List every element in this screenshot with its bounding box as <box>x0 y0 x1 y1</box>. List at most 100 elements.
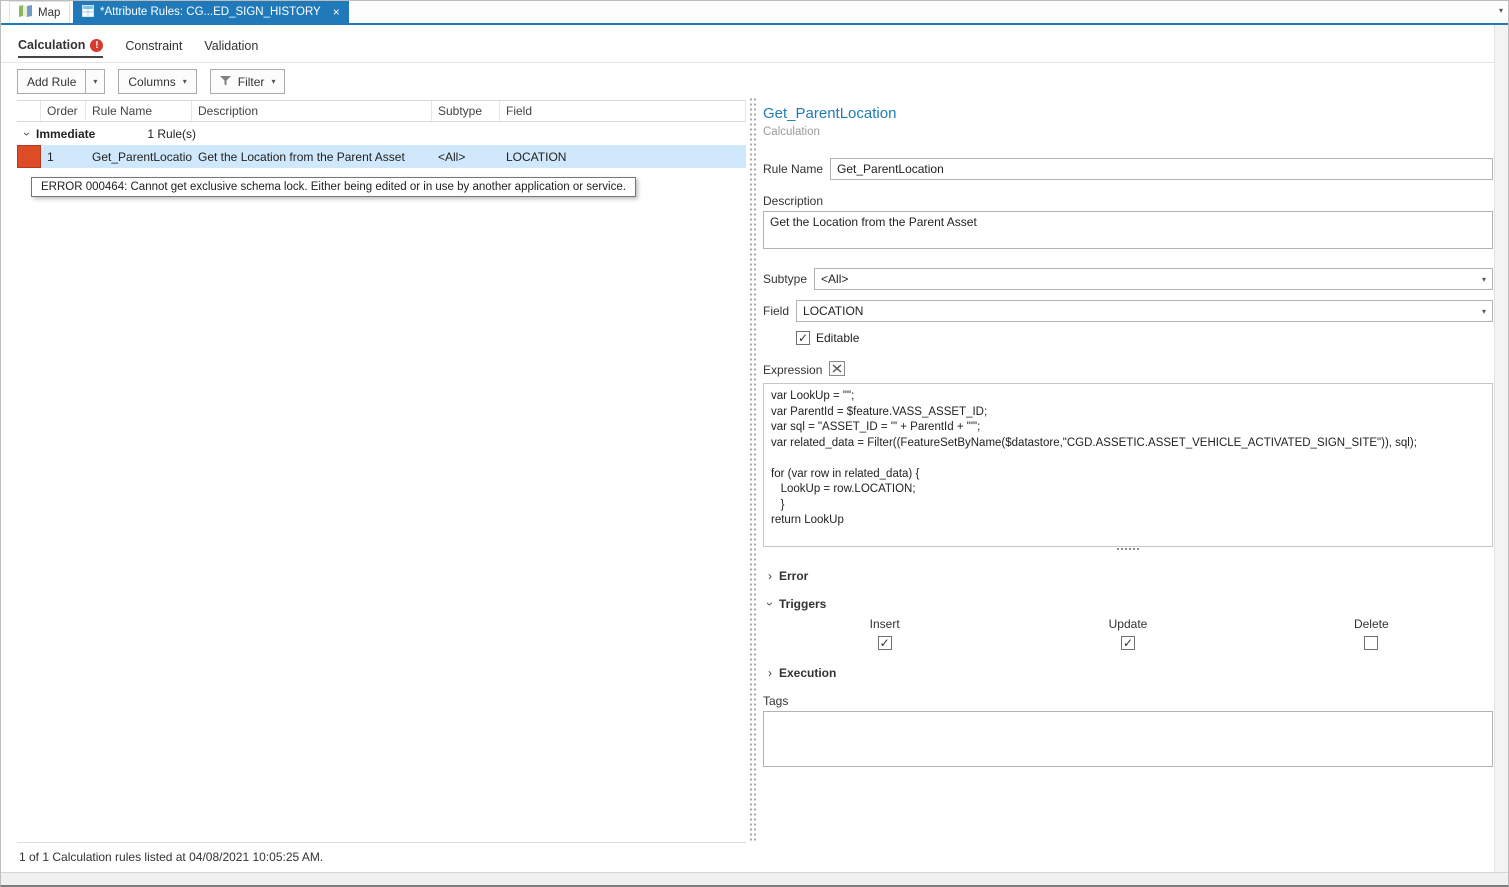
columns-button[interactable]: Columns ▾ <box>118 69 197 94</box>
resize-grip-icon[interactable] <box>1117 548 1139 552</box>
rule-name-row: Rule Name <box>763 158 1493 180</box>
subtype-select[interactable]: <All> ▾ <box>814 268 1493 290</box>
header-description[interactable]: Description <box>192 101 432 121</box>
tab-attribute-rules[interactable]: *Attribute Rules: CG...ED_SIGN_HISTORY × <box>73 1 349 23</box>
cell-field: LOCATION <box>506 149 567 164</box>
chevron-down-icon: ▾ <box>1481 274 1486 284</box>
chevron-down-icon[interactable]: › <box>20 132 34 136</box>
rule-details-panel: Get_ParentLocation Calculation Rule Name… <box>761 97 1495 843</box>
group-row-immediate[interactable]: › Immediate 1 Rule(s) <box>17 122 746 145</box>
editable-row: ✓ Editable <box>796 331 1493 345</box>
execution-section-label: Execution <box>779 666 837 680</box>
panel-splitter[interactable] <box>748 97 757 843</box>
chevron-right-icon: › <box>768 666 772 680</box>
tab-validation-label: Validation <box>204 39 259 53</box>
rule-error-indicator <box>17 145 41 168</box>
trigger-update-checkbox[interactable]: ✓ <box>1120 636 1135 650</box>
header-indicator <box>17 101 41 121</box>
tab-overflow-icon[interactable]: ▾ <box>1499 6 1503 15</box>
field-label: Field <box>763 304 790 318</box>
cell-description: Get the Location from the Parent Asset <box>198 149 405 164</box>
expression-label: Expression <box>763 363 823 377</box>
tab-calculation[interactable]: Calculation ! <box>18 38 104 58</box>
trigger-insert-checkbox[interactable]: ✓ <box>877 636 892 650</box>
subtabs-divider <box>1 62 1508 63</box>
trigger-delete-label: Delete <box>1353 617 1389 631</box>
bottom-scroll-strip[interactable] <box>1 872 1508 885</box>
toolbar: Add Rule ▾ Columns ▾ Filter ▾ <box>17 69 286 94</box>
expression-resize-row <box>763 547 1493 555</box>
view-tab-bar: Map *Attribute Rules: CG...ED_SIGN_HISTO… <box>1 1 1508 23</box>
attribute-rules-icon <box>82 4 94 20</box>
subtype-label: Subtype <box>763 272 808 286</box>
error-badge-icon: ! <box>90 38 104 52</box>
header-order[interactable]: Order <box>41 101 86 121</box>
field-selected-value: LOCATION <box>803 304 864 318</box>
trigger-delete: Delete <box>1250 617 1493 650</box>
editable-label: Editable <box>816 331 860 345</box>
chevron-down-icon: ▾ <box>93 77 98 86</box>
subtype-row: Subtype <All> ▾ <box>763 268 1493 290</box>
field-row: Field LOCATION ▾ <box>763 300 1493 322</box>
field-select[interactable]: LOCATION ▾ <box>796 300 1493 322</box>
chevron-down-icon: ▾ <box>1481 306 1486 316</box>
trigger-update: Update ✓ <box>1006 617 1249 650</box>
group-name: Immediate <box>36 126 96 141</box>
rules-count-status: 1 of 1 Calculation rules listed at 04/08… <box>19 850 324 864</box>
table-row[interactable]: 1 Get_ParentLocation Get the Location fr… <box>17 145 746 168</box>
trigger-insert-label: Insert <box>869 617 900 631</box>
vertical-scrollbar[interactable] <box>1494 25 1508 872</box>
rule-name-label: Rule Name <box>763 162 824 176</box>
filter-icon <box>219 75 231 89</box>
columns-button-label: Columns <box>128 74 176 89</box>
tab-map[interactable]: Map <box>9 1 71 23</box>
trigger-delete-checkbox[interactable] <box>1364 636 1379 650</box>
subtype-selected-value: <All> <box>821 272 849 286</box>
cell-order: 1 <box>47 149 54 164</box>
triggers-options: Insert ✓ Update ✓ Delete <box>763 617 1493 650</box>
expression-row: Expression <box>763 361 1493 379</box>
triggers-section-header[interactable]: › Triggers <box>763 597 1493 611</box>
header-field[interactable]: Field <box>500 101 746 121</box>
cell-subtype: <All> <box>438 149 466 164</box>
rule-type-tabs: Calculation ! Constraint Validation <box>18 38 258 58</box>
description-input[interactable]: Get the Location from the Parent Asset <box>763 211 1493 249</box>
close-icon[interactable]: × <box>333 6 340 18</box>
chevron-down-icon: › <box>763 602 777 606</box>
header-subtype[interactable]: Subtype <box>432 101 500 121</box>
table-bottom-divider <box>17 842 746 843</box>
error-section-label: Error <box>779 569 809 583</box>
group-rule-count: 1 Rule(s) <box>147 126 197 141</box>
header-rule-name[interactable]: Rule Name <box>86 101 192 121</box>
chevron-down-icon: ▾ <box>182 77 187 86</box>
trigger-update-label: Update <box>1108 617 1148 631</box>
expression-editor-icon[interactable] <box>829 361 846 379</box>
cell-rule-name: Get_ParentLocation <box>92 149 192 164</box>
triggers-section-label: Triggers <box>779 597 827 611</box>
tags-input[interactable] <box>763 711 1493 767</box>
tab-validation[interactable]: Validation <box>204 39 258 57</box>
rule-title: Get_ParentLocation <box>763 105 897 122</box>
chevron-right-icon: › <box>768 569 772 583</box>
tab-calculation-label: Calculation <box>18 38 86 52</box>
tab-constraint-label: Constraint <box>125 39 183 53</box>
rule-name-input[interactable] <box>830 158 1493 180</box>
tags-label: Tags <box>763 694 789 708</box>
expression-code-editor[interactable]: var LookUp = ""; var ParentId = $feature… <box>763 383 1493 547</box>
tab-constraint[interactable]: Constraint <box>125 39 182 57</box>
execution-section-header[interactable]: › Execution <box>763 666 1493 680</box>
error-section-header[interactable]: › Error <box>763 569 1493 583</box>
schema-lock-error-tooltip: ERROR 000464: Cannot get exclusive schem… <box>31 177 636 197</box>
filter-button[interactable]: Filter ▾ <box>209 69 286 94</box>
editable-checkbox[interactable]: ✓ <box>796 331 810 345</box>
tab-attribute-rules-label: *Attribute Rules: CG...ED_SIGN_HISTORY <box>100 6 321 18</box>
active-tab-underline <box>1 23 1508 25</box>
application-window: Map *Attribute Rules: CG...ED_SIGN_HISTO… <box>0 0 1509 887</box>
add-rule-dropdown-button[interactable]: ▾ <box>85 69 106 94</box>
description-label: Description <box>763 194 824 208</box>
filter-button-label: Filter <box>237 74 265 89</box>
add-rule-button[interactable]: Add Rule <box>17 69 86 94</box>
chevron-down-icon: ▾ <box>271 77 276 86</box>
map-icon <box>19 5 32 20</box>
table-header-row: Order Rule Name Description Subtype Fiel… <box>17 100 746 122</box>
